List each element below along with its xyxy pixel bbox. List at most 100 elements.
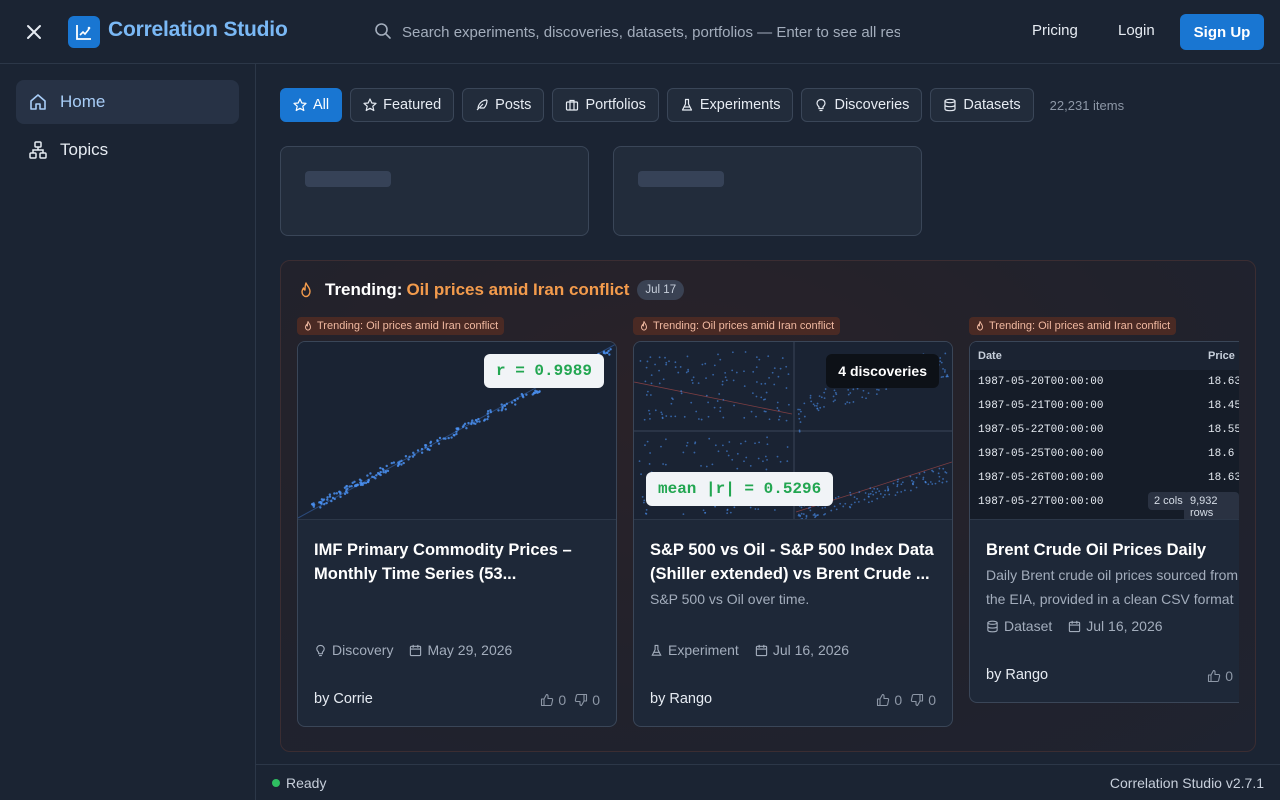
signup-button[interactable]: Sign Up xyxy=(1180,14,1264,50)
thumbs-up-icon xyxy=(876,693,890,707)
scatter-point xyxy=(438,436,442,440)
scatter-point xyxy=(931,483,934,485)
scatter-point xyxy=(727,454,730,457)
flask-icon xyxy=(680,98,694,112)
scatter-point xyxy=(823,406,825,408)
scatter-point xyxy=(887,488,890,491)
scatter-point xyxy=(311,503,315,507)
scatter-point xyxy=(348,485,351,488)
card[interactable]: 4 discoveries mean |r| = 0.5296 S&P 500 … xyxy=(633,341,953,727)
card[interactable]: Date Price 1987-05-20T00:00:00 18.63 1987… xyxy=(969,341,1239,703)
dislike-button[interactable]: 0 xyxy=(574,692,600,708)
scatter-point xyxy=(722,399,725,401)
scatter-point xyxy=(911,479,913,482)
sidebar-item-home[interactable]: Home xyxy=(16,80,239,124)
scatter-point xyxy=(333,492,336,495)
scatter-point xyxy=(644,380,647,383)
scatter-point xyxy=(765,468,768,471)
status-ready-dot xyxy=(272,779,280,787)
scatter-point xyxy=(367,478,370,482)
filter-datasets[interactable]: Datasets xyxy=(930,88,1034,122)
logo-chart-icon[interactable] xyxy=(68,16,100,48)
scatter-point xyxy=(755,415,757,418)
filter-discoveries[interactable]: Discoveries xyxy=(801,88,923,122)
scatter-point xyxy=(371,475,374,479)
trend-line xyxy=(634,381,793,415)
filter-featured[interactable]: Featured xyxy=(350,88,455,122)
scatter-point xyxy=(677,371,680,374)
scatter-point xyxy=(325,501,328,505)
scatter-point xyxy=(940,361,943,364)
card-author[interactable]: by Corrie xyxy=(314,691,373,707)
scatter-point xyxy=(649,452,652,454)
scatter-point xyxy=(835,393,838,396)
search-input[interactable] xyxy=(402,18,900,46)
scatter-point xyxy=(861,396,864,399)
table-row: 1987-05-21T00:00:00 18.45 xyxy=(970,394,1239,418)
scatter-point xyxy=(680,392,683,395)
brand-name[interactable]: Correlation Studio xyxy=(108,18,288,42)
scatter-point xyxy=(662,463,664,465)
scatter-point xyxy=(366,480,370,484)
trending-topic[interactable]: Oil prices amid Iran conflict xyxy=(406,280,629,300)
scatter-point xyxy=(771,371,774,374)
scatter-point xyxy=(726,509,729,512)
scatter-point xyxy=(455,430,458,433)
scatter-point xyxy=(894,494,897,497)
scatter-point xyxy=(777,409,780,412)
scatter-point xyxy=(436,439,439,442)
scatter-thumbnail: r = 0.9989 xyxy=(298,342,616,520)
card-author[interactable]: by Rango xyxy=(650,691,712,707)
card-date: May 29, 2026 xyxy=(427,642,513,658)
scatter-point xyxy=(785,365,788,368)
scatter-point xyxy=(842,505,845,508)
scatter-point xyxy=(762,460,764,463)
mean-correlation-stat: mean |r| = 0.5296 xyxy=(646,472,834,506)
card[interactable]: r = 0.9989 IMF Primary Commodity Prices … xyxy=(297,341,617,727)
login-link[interactable]: Login xyxy=(1118,22,1155,39)
trending-label: Trending: xyxy=(325,280,403,299)
trending-card-experiment[interactable]: Trending: Oil prices amid Iran conflict … xyxy=(633,317,953,727)
like-button[interactable]: 0 xyxy=(1207,668,1233,684)
dislike-count: 0 xyxy=(928,692,936,708)
sidebar-item-topics[interactable]: Topics xyxy=(16,128,239,172)
filter-portfolios[interactable]: Portfolios xyxy=(552,88,659,122)
scatter-point xyxy=(785,419,788,422)
card-type: Discovery xyxy=(332,642,394,658)
card-title[interactable]: Brent Crude Oil Prices Daily xyxy=(986,538,1239,562)
scatter-point xyxy=(754,442,756,445)
scatter-point xyxy=(644,512,647,515)
scatter-point xyxy=(768,377,770,379)
like-button[interactable]: 0 xyxy=(540,692,566,708)
scatter-point xyxy=(729,511,732,514)
like-button[interactable]: 0 xyxy=(876,692,902,708)
scatter-point xyxy=(424,446,427,449)
filter-experiments[interactable]: Experiments xyxy=(666,88,794,122)
filter-all[interactable]: All xyxy=(280,88,343,122)
pricing-link[interactable]: Pricing xyxy=(1032,22,1078,39)
scatter-point xyxy=(832,400,835,403)
filter-posts[interactable]: Posts xyxy=(462,88,545,122)
trending-card-dataset[interactable]: Trending: Oil prices amid Iran conflict … xyxy=(969,317,1239,703)
scatter-point xyxy=(833,389,836,392)
fire-icon xyxy=(299,282,315,298)
scatter-point xyxy=(535,390,538,393)
discoveries-count-badge: 4 discoveries xyxy=(826,354,939,388)
scatter-point xyxy=(685,371,688,374)
scatter-point xyxy=(939,360,942,363)
scatter-point xyxy=(522,395,525,399)
trending-card-discovery[interactable]: Trending: Oil prices amid Iran conflict … xyxy=(297,317,617,727)
scatter-point xyxy=(766,458,768,461)
card-votes: 0 xyxy=(1199,668,1233,684)
card-title[interactable]: IMF Primary Commodity Prices – Monthly T… xyxy=(314,538,604,586)
thumbs-down-icon xyxy=(910,693,924,707)
table-row: 1987-05-25T00:00:00 18.6 xyxy=(970,442,1239,466)
card-title[interactable]: S&P 500 vs Oil - S&P 500 Index Data (Shi… xyxy=(650,538,940,586)
scatter-point xyxy=(501,405,504,409)
scatter-point xyxy=(602,351,606,355)
card-author[interactable]: by Rango xyxy=(986,667,1048,683)
calendar-icon xyxy=(409,644,422,657)
scatter-point xyxy=(830,509,833,512)
dislike-button[interactable]: 0 xyxy=(910,692,936,708)
close-icon[interactable] xyxy=(22,20,46,44)
